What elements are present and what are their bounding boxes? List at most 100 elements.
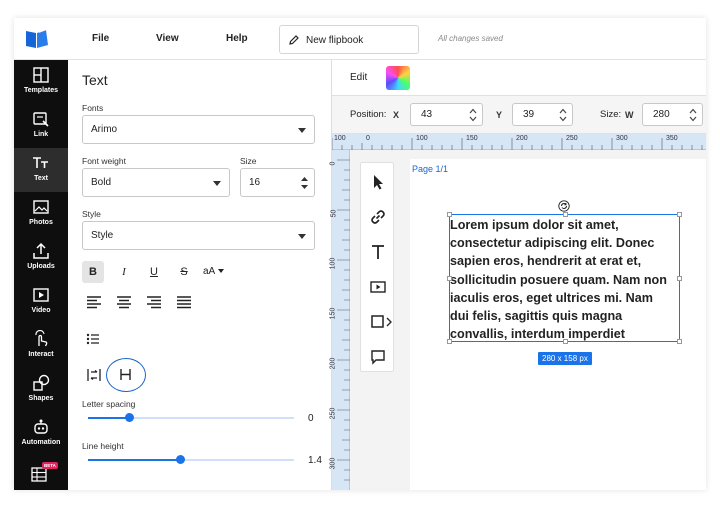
sidebar-item-photos[interactable]: Photos	[14, 192, 68, 236]
resize-handle[interactable]	[447, 276, 452, 281]
table-icon[interactable]	[31, 467, 47, 483]
sidebar-item-text[interactable]: Text	[14, 148, 68, 192]
chevron-down-icon	[213, 180, 221, 186]
letter-spacing-slider[interactable]	[124, 413, 134, 422]
size-badge: 280 x 158 px	[538, 352, 592, 365]
sidebar-item-automation[interactable]: Automation	[14, 412, 68, 456]
rotate-icon[interactable]	[558, 200, 570, 212]
flipbook-logo-icon[interactable]	[24, 28, 50, 50]
sidebar-item-interact[interactable]: Interact	[14, 324, 68, 368]
video-icon[interactable]	[369, 278, 387, 296]
align-left-icon[interactable]	[86, 296, 102, 310]
stepper-arrows-icon[interactable]	[301, 176, 308, 190]
sidebar-item-label: Uploads	[27, 263, 55, 270]
resize-handle[interactable]	[447, 212, 452, 217]
tool-strip	[360, 162, 394, 372]
x-label: X	[393, 110, 400, 120]
save-status: All changes saved	[438, 34, 503, 43]
position-label: Position:	[350, 109, 387, 120]
sidebar-item-label: Shapes	[28, 395, 54, 402]
position-y-input[interactable]: 39	[512, 103, 573, 126]
underline-button[interactable]: U	[143, 261, 165, 283]
bullet-list-icon[interactable]	[86, 333, 100, 345]
vertical-ruler: 0 50 100 150 200 250 300	[329, 150, 350, 490]
align-right-icon[interactable]	[146, 296, 162, 310]
link-icon	[33, 112, 49, 127]
text-box-content[interactable]: Lorem ipsum dolor sit amet, consectetur …	[450, 216, 682, 343]
text-case-button[interactable]: aA	[203, 261, 235, 283]
sidebar-item-video[interactable]: Video	[14, 280, 68, 324]
line-height-value: 1.4	[308, 455, 322, 466]
align-center-icon[interactable]	[116, 296, 132, 310]
stepper-arrows-icon[interactable]	[469, 107, 477, 123]
sidebar-item-label: Text	[34, 175, 48, 182]
letter-spacing-label: Letter spacing	[82, 399, 136, 409]
menu-help[interactable]: Help	[226, 33, 248, 44]
letter-spacing-icon	[120, 369, 131, 380]
sidebar-item-templates[interactable]: Templates	[14, 60, 68, 104]
text-icon	[33, 157, 48, 168]
stepper-arrows-icon[interactable]	[559, 107, 567, 123]
text-direction-icon[interactable]	[86, 368, 102, 382]
letter-spacing-value: 0	[308, 413, 314, 424]
sidebar-item-label: Photos	[29, 219, 53, 226]
ruler-tick-label: 0	[366, 135, 370, 142]
line-height-fill	[88, 459, 181, 461]
sidebar-item-link[interactable]: Link	[14, 104, 68, 148]
font-weight-select[interactable]: Bold	[82, 168, 230, 197]
text-box[interactable]: Lorem ipsum dolor sit amet, consectetur …	[447, 212, 682, 344]
line-height-slider[interactable]	[176, 455, 186, 464]
cursor-icon[interactable]	[369, 173, 387, 191]
ruler-tick-label: 50	[330, 209, 338, 218]
comment-icon[interactable]	[369, 348, 387, 366]
menu-file[interactable]: File	[92, 33, 109, 44]
size-w-value: 280	[653, 109, 670, 120]
resize-handle[interactable]	[447, 339, 452, 344]
font-size-stepper[interactable]: 16	[240, 168, 315, 197]
resize-handle[interactable]	[677, 212, 682, 217]
link-icon[interactable]	[369, 208, 387, 226]
shape-icon[interactable]	[369, 313, 387, 331]
font-family-select[interactable]: Arimo	[82, 115, 315, 144]
stepper-arrows-icon[interactable]	[689, 107, 697, 123]
resize-handle[interactable]	[677, 339, 682, 344]
ruler-tick-label: 250	[566, 135, 578, 142]
bold-button[interactable]: B	[82, 261, 104, 283]
uploads-icon	[33, 242, 49, 259]
chevron-down-icon	[298, 233, 306, 239]
text-panel: Text Fonts Arimo Font weight Bold Size 1…	[68, 60, 332, 490]
font-size-value: 16	[249, 177, 261, 188]
sidebar-item-uploads[interactable]: Uploads	[14, 236, 68, 280]
italic-button[interactable]: I	[113, 261, 135, 283]
document-title-field[interactable]: New flipbook	[279, 25, 419, 54]
shapes-icon	[33, 374, 50, 391]
position-x-value: 43	[421, 109, 433, 120]
text-style-select[interactable]: Style	[82, 221, 315, 250]
document-title: New flipbook	[306, 35, 364, 46]
chevron-down-icon	[298, 127, 306, 133]
resize-handle[interactable]	[563, 212, 568, 217]
style-label: Style	[82, 209, 101, 219]
editor-area: Edit Position: X 43 Y 39 Size: W 280 H	[329, 60, 706, 490]
fonts-label: Fonts	[82, 103, 104, 113]
align-justify-icon[interactable]	[176, 296, 192, 310]
chevron-right-icon[interactable]	[386, 317, 392, 327]
page-label: Page 1/1	[412, 164, 449, 174]
ruler-tick-label: 300	[616, 135, 628, 142]
size-w-input[interactable]: 280	[642, 103, 703, 126]
menu-view[interactable]: View	[156, 33, 179, 44]
edit-toolbar: Edit	[332, 60, 706, 96]
strikethrough-button[interactable]: S	[173, 261, 195, 283]
text-tool-icon[interactable]	[369, 243, 387, 261]
resize-handle[interactable]	[563, 339, 568, 344]
automation-icon	[34, 419, 48, 434]
ruler-tick-label: 150	[329, 307, 337, 320]
letter-spacing-button[interactable]	[106, 358, 146, 392]
sidebar-item-label: Templates	[23, 87, 59, 94]
sidebar: Templates Link Text Photos Uploads Video…	[14, 60, 68, 490]
position-x-input[interactable]: 43	[410, 103, 483, 126]
color-picker-button[interactable]	[386, 66, 410, 90]
sidebar-item-shapes[interactable]: Shapes	[14, 368, 68, 412]
photos-icon	[33, 200, 49, 214]
resize-handle[interactable]	[677, 276, 682, 281]
